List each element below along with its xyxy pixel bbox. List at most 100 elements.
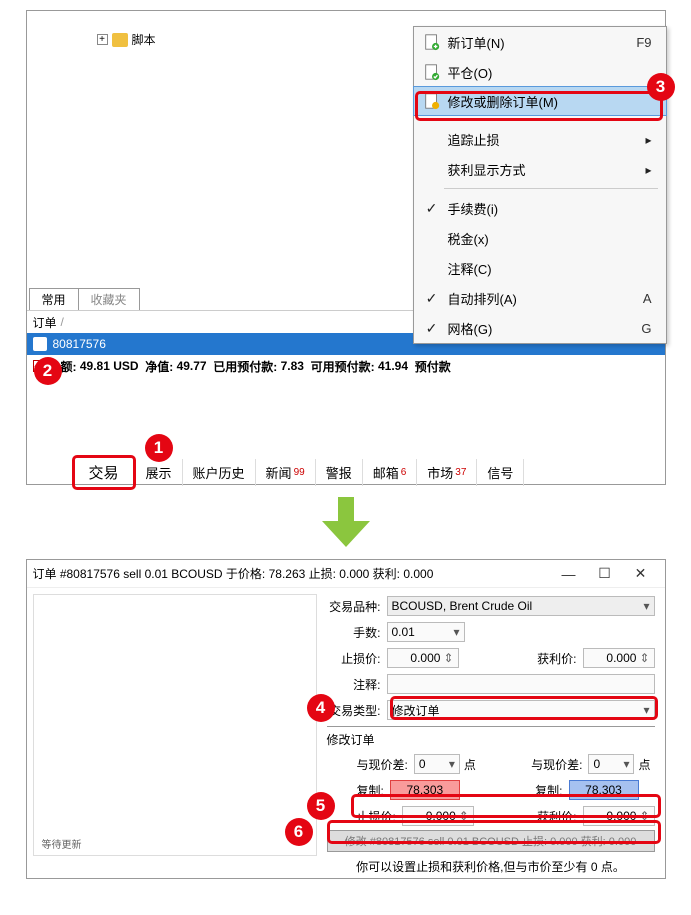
- comment-field[interactable]: [387, 674, 655, 694]
- tp-label: 获利价:: [533, 650, 583, 667]
- volume-label: 手数:: [327, 624, 387, 641]
- check-icon: [422, 320, 442, 337]
- menu-label: 修改或删除订单(M): [448, 92, 652, 111]
- tab-label: 邮箱: [373, 463, 399, 482]
- order-context-menu: 新订单(N) F9 平仓(O) 修改或删除订单(M) 追踪止损 获利显示方式: [413, 26, 667, 344]
- tp2-field[interactable]: 0.000⇕: [583, 806, 655, 826]
- order-form: 交易品种: BCOUSD, Brent Crude Oil 手数: 0.01 止…: [327, 594, 655, 872]
- menu-shortcut: G: [641, 321, 651, 336]
- dropdown-icon: [637, 599, 649, 613]
- sl2-value: 0.000: [426, 809, 456, 823]
- sl-value: 0.000: [410, 651, 440, 665]
- chart-thumbnail: 等待更新: [33, 594, 317, 856]
- type-field[interactable]: 修改订单: [387, 700, 655, 720]
- document-edit-icon: [422, 92, 442, 110]
- menu-auto-arrange[interactable]: 自动排列(A) A: [414, 283, 666, 313]
- balance-value: 49.81 USD: [80, 359, 139, 373]
- navigator-tab-favorites[interactable]: 收藏夹: [78, 288, 140, 310]
- menu-label: 网格(G): [448, 319, 636, 338]
- menu-label: 税金(x): [448, 229, 652, 248]
- menu-trailing-stop[interactable]: 追踪止损: [414, 124, 666, 154]
- menu-comment[interactable]: 注释(C): [414, 253, 666, 283]
- terminal-tab-alert[interactable]: 警报: [316, 459, 363, 486]
- copy-ask-button[interactable]: 78.303: [569, 780, 639, 800]
- annotation-badge-5: 5: [307, 792, 335, 820]
- terminal-tab-display[interactable]: 展示: [136, 459, 183, 486]
- terminal-tab-news[interactable]: 新闻99: [256, 459, 316, 486]
- diff-value: 0: [419, 757, 426, 771]
- submenu-arrow-icon: [645, 162, 651, 177]
- tree-label: 脚本: [132, 31, 156, 48]
- menu-tax[interactable]: 税金(x): [414, 223, 666, 253]
- menu-shortcut: F9: [636, 35, 651, 50]
- diff-unit-left: 点: [464, 756, 476, 773]
- dialog-body: 等待更新 交易品种: BCOUSD, Brent Crude Oil 手数: 0…: [27, 588, 665, 878]
- menu-shortcut: A: [643, 291, 652, 306]
- tab-count: 37: [455, 467, 466, 478]
- equity-value: 49.77: [177, 359, 207, 373]
- check-icon: [422, 290, 442, 307]
- menu-grid[interactable]: 网格(G) G: [414, 313, 666, 343]
- minimize-button[interactable]: —: [551, 566, 587, 582]
- menu-label: 平仓(O): [448, 63, 652, 82]
- symbol-field: BCOUSD, Brent Crude Oil: [387, 596, 655, 616]
- dropdown-icon: [617, 757, 629, 771]
- free-margin-value: 41.94: [378, 359, 408, 373]
- navigator-tabs: 常用 收藏夹: [29, 288, 139, 310]
- document-add-icon: [422, 33, 442, 51]
- terminal-tab-market[interactable]: 市场37: [417, 459, 477, 486]
- menu-separator: [444, 188, 658, 189]
- symbol-label: 交易品种:: [327, 598, 387, 615]
- submenu-arrow-icon: [645, 132, 651, 147]
- volume-field[interactable]: 0.01: [387, 622, 465, 642]
- sl2-field[interactable]: 0.000⇕: [402, 806, 474, 826]
- terminal-tab-mail[interactable]: 邮箱6: [363, 459, 418, 486]
- menu-close-position[interactable]: 平仓(O): [414, 57, 666, 87]
- type-label: 交易类型:: [327, 702, 387, 719]
- equity-label: 净值:: [145, 358, 173, 375]
- tree-item-scripts[interactable]: + 脚本: [97, 31, 156, 48]
- expand-icon[interactable]: +: [97, 34, 108, 45]
- copy-label-left: 复制:: [357, 782, 390, 799]
- modify-order-dialog: 订单 #80817576 sell 0.01 BCOUSD 于价格: 78.26…: [26, 559, 666, 879]
- tab-label: 市场: [427, 463, 453, 482]
- tp-field[interactable]: 0.000⇕: [583, 648, 655, 668]
- navigator-and-terminal-panel: + 脚本 常用 收藏夹 订单 / 80817576 ◆ 余额: 49.81 US…: [26, 10, 666, 485]
- sl-label: 止损价:: [327, 650, 387, 667]
- diff-field-right[interactable]: 0: [588, 754, 634, 774]
- annotation-badge-6: 6: [285, 818, 313, 846]
- menu-modify-delete-order[interactable]: 修改或删除订单(M): [413, 86, 667, 116]
- sl2-label: 止损价:: [357, 808, 402, 825]
- chart-status: 等待更新: [42, 836, 82, 851]
- margin-label: 已用预付款:: [213, 358, 277, 375]
- tab-count: 99: [294, 467, 305, 478]
- tp2-label: 获利价:: [537, 808, 582, 825]
- document-check-icon: [422, 63, 442, 81]
- menu-separator: [444, 119, 658, 120]
- close-button[interactable]: ✕: [623, 565, 659, 582]
- navigator-tab-common[interactable]: 常用: [29, 288, 79, 310]
- annotation-badge-2: 2: [34, 357, 62, 385]
- menu-label: 获利显示方式: [448, 160, 640, 179]
- menu-profit-display[interactable]: 获利显示方式: [414, 154, 666, 184]
- symbol-value: BCOUSD, Brent Crude Oil: [392, 599, 533, 613]
- menu-new-order[interactable]: 新订单(N) F9: [414, 27, 666, 57]
- terminal-tab-trade[interactable]: 交易: [72, 455, 136, 490]
- menu-commission[interactable]: 手续费(i): [414, 193, 666, 223]
- diff-field-left[interactable]: 0: [414, 754, 460, 774]
- modify-submit-button[interactable]: 修改 #80817576 sell 0.01 BCOUSD 止损: 0.000 …: [327, 830, 655, 852]
- dropdown-icon: [447, 625, 459, 639]
- free-margin-label: 可用预付款:: [311, 358, 375, 375]
- sl-field[interactable]: 0.000⇕: [387, 648, 459, 668]
- annotation-badge-1: 1: [145, 434, 173, 462]
- tab-label: 新闻: [266, 463, 292, 482]
- order-id: 80817576: [53, 337, 106, 351]
- maximize-button[interactable]: ☐: [587, 565, 623, 582]
- diff-value: 0: [593, 757, 600, 771]
- order-icon: [33, 337, 47, 351]
- type-value: 修改订单: [392, 702, 440, 719]
- terminal-tab-signals[interactable]: 信号: [477, 459, 524, 486]
- menu-label: 追踪止损: [448, 130, 640, 149]
- terminal-tab-history[interactable]: 账户历史: [183, 459, 256, 486]
- copy-bid-button[interactable]: 78.303: [390, 780, 460, 800]
